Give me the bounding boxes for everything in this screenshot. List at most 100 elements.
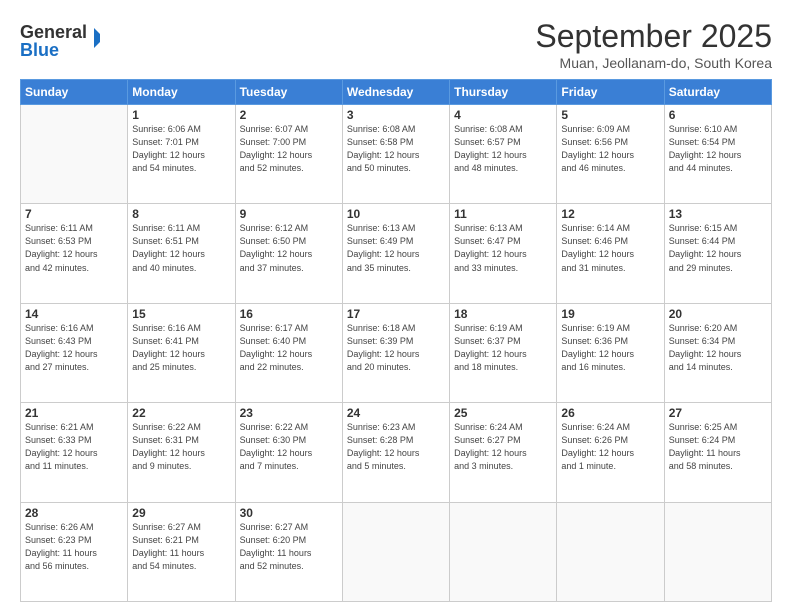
- table-row: 23 Sunrise: 6:22 AMSunset: 6:30 PMDayligh…: [235, 403, 342, 502]
- col-thursday: Thursday: [450, 80, 557, 105]
- day-number: 19: [561, 307, 659, 321]
- table-row: 30 Sunrise: 6:27 AMSunset: 6:20 PMDayligh…: [235, 502, 342, 601]
- day-number: 18: [454, 307, 552, 321]
- table-row: 5Sunrise: 6:09 AMSunset: 6:56 PMDaylight…: [557, 105, 664, 204]
- day-number: 3: [347, 108, 445, 122]
- col-friday: Friday: [557, 80, 664, 105]
- day-info: Sunrise: 6:22 AMSunset: 6:31 PMDaylight:…: [132, 422, 205, 471]
- table-row: 1 Sunrise: 6:06 AMSunset: 7:01 PMDaylight…: [128, 105, 235, 204]
- calendar-header-row: Sunday Monday Tuesday Wednesday Thursday…: [21, 80, 772, 105]
- day-number: 30: [240, 506, 338, 520]
- col-monday: Monday: [128, 80, 235, 105]
- svg-text:General: General: [20, 22, 87, 42]
- table-row: [21, 105, 128, 204]
- table-row: 22 Sunrise: 6:22 AMSunset: 6:31 PMDayligh…: [128, 403, 235, 502]
- location: Muan, Jeollanam-do, South Korea: [535, 55, 772, 71]
- table-row: 7Sunrise: 6:11 AMSunset: 6:53 PMDaylight…: [21, 204, 128, 303]
- day-info: Sunrise: 6:11 AMSunset: 6:51 PMDaylight:…: [132, 223, 205, 272]
- page: General Blue September 2025 Muan, Jeolla…: [0, 0, 792, 612]
- day-number: 20: [669, 307, 767, 321]
- day-info: Sunrise: 6:08 AMSunset: 6:58 PMDaylight:…: [347, 124, 420, 173]
- table-row: 14Sunrise: 6:16 AMSunset: 6:43 PMDayligh…: [21, 303, 128, 402]
- table-row: [342, 502, 449, 601]
- day-info: Sunrise: 6:24 AMSunset: 6:27 PMDaylight:…: [454, 422, 527, 471]
- table-row: 12 Sunrise: 6:14 AMSunset: 6:46 PMDayligh…: [557, 204, 664, 303]
- day-number: 9: [240, 207, 338, 221]
- day-info: Sunrise: 6:19 AMSunset: 6:37 PMDaylight:…: [454, 323, 527, 372]
- table-row: 13 Sunrise: 6:15 AMSunset: 6:44 PMDayligh…: [664, 204, 771, 303]
- calendar-week-row: 28 Sunrise: 6:26 AMSunset: 6:23 PMDayligh…: [21, 502, 772, 601]
- calendar-week-row: 7Sunrise: 6:11 AMSunset: 6:53 PMDaylight…: [21, 204, 772, 303]
- day-number: 13: [669, 207, 767, 221]
- day-number: 2: [240, 108, 338, 122]
- day-info: Sunrise: 6:12 AMSunset: 6:50 PMDaylight:…: [240, 223, 313, 272]
- day-info: Sunrise: 6:27 AMSunset: 6:20 PMDaylight:…: [240, 522, 312, 571]
- col-tuesday: Tuesday: [235, 80, 342, 105]
- day-number: 11: [454, 207, 552, 221]
- day-number: 12: [561, 207, 659, 221]
- table-row: 19 Sunrise: 6:19 AMSunset: 6:36 PMDayligh…: [557, 303, 664, 402]
- table-row: 25 Sunrise: 6:24 AMSunset: 6:27 PMDayligh…: [450, 403, 557, 502]
- table-row: 20 Sunrise: 6:20 AMSunset: 6:34 PMDayligh…: [664, 303, 771, 402]
- table-row: 17Sunrise: 6:18 AMSunset: 6:39 PMDayligh…: [342, 303, 449, 402]
- day-info: Sunrise: 6:20 AMSunset: 6:34 PMDaylight:…: [669, 323, 742, 372]
- day-number: 15: [132, 307, 230, 321]
- day-number: 10: [347, 207, 445, 221]
- day-info: Sunrise: 6:07 AMSunset: 7:00 PMDaylight:…: [240, 124, 313, 173]
- day-info: Sunrise: 6:18 AMSunset: 6:39 PMDaylight:…: [347, 323, 420, 372]
- day-info: Sunrise: 6:13 AMSunset: 6:47 PMDaylight:…: [454, 223, 527, 272]
- table-row: 18 Sunrise: 6:19 AMSunset: 6:37 PMDayligh…: [450, 303, 557, 402]
- day-info: Sunrise: 6:22 AMSunset: 6:30 PMDaylight:…: [240, 422, 313, 471]
- day-number: 21: [25, 406, 123, 420]
- calendar-week-row: 21 Sunrise: 6:21 AMSunset: 6:33 PMDayligh…: [21, 403, 772, 502]
- day-info: Sunrise: 6:17 AMSunset: 6:40 PMDaylight:…: [240, 323, 313, 372]
- calendar-table: Sunday Monday Tuesday Wednesday Thursday…: [20, 79, 772, 602]
- day-number: 24: [347, 406, 445, 420]
- col-sunday: Sunday: [21, 80, 128, 105]
- table-row: 27Sunrise: 6:25 AMSunset: 6:24 PMDayligh…: [664, 403, 771, 502]
- day-number: 27: [669, 406, 767, 420]
- day-info: Sunrise: 6:14 AMSunset: 6:46 PMDaylight:…: [561, 223, 634, 272]
- day-info: Sunrise: 6:06 AMSunset: 7:01 PMDaylight:…: [132, 124, 205, 173]
- day-number: 25: [454, 406, 552, 420]
- day-number: 1: [132, 108, 230, 122]
- logo: General Blue: [20, 18, 100, 62]
- table-row: 26 Sunrise: 6:24 AMSunset: 6:26 PMDayligh…: [557, 403, 664, 502]
- logo-icon: General Blue: [20, 18, 100, 62]
- table-row: 28 Sunrise: 6:26 AMSunset: 6:23 PMDayligh…: [21, 502, 128, 601]
- day-info: Sunrise: 6:24 AMSunset: 6:26 PMDaylight:…: [561, 422, 634, 471]
- table-row: 10 Sunrise: 6:13 AMSunset: 6:49 PMDayligh…: [342, 204, 449, 303]
- table-row: 8Sunrise: 6:11 AMSunset: 6:51 PMDaylight…: [128, 204, 235, 303]
- day-number: 28: [25, 506, 123, 520]
- calendar-week-row: 14Sunrise: 6:16 AMSunset: 6:43 PMDayligh…: [21, 303, 772, 402]
- day-number: 6: [669, 108, 767, 122]
- day-number: 26: [561, 406, 659, 420]
- day-number: 5: [561, 108, 659, 122]
- table-row: [664, 502, 771, 601]
- day-info: Sunrise: 6:10 AMSunset: 6:54 PMDaylight:…: [669, 124, 742, 173]
- table-row: 4Sunrise: 6:08 AMSunset: 6:57 PMDaylight…: [450, 105, 557, 204]
- day-number: 4: [454, 108, 552, 122]
- table-row: [557, 502, 664, 601]
- day-info: Sunrise: 6:13 AMSunset: 6:49 PMDaylight:…: [347, 223, 420, 272]
- day-number: 22: [132, 406, 230, 420]
- month-title: September 2025: [535, 18, 772, 55]
- svg-text:Blue: Blue: [20, 40, 59, 60]
- day-number: 16: [240, 307, 338, 321]
- day-info: Sunrise: 6:23 AMSunset: 6:28 PMDaylight:…: [347, 422, 420, 471]
- day-info: Sunrise: 6:15 AMSunset: 6:44 PMDaylight:…: [669, 223, 742, 272]
- day-info: Sunrise: 6:19 AMSunset: 6:36 PMDaylight:…: [561, 323, 634, 372]
- day-info: Sunrise: 6:27 AMSunset: 6:21 PMDaylight:…: [132, 522, 204, 571]
- table-row: 11 Sunrise: 6:13 AMSunset: 6:47 PMDayligh…: [450, 204, 557, 303]
- table-row: 15Sunrise: 6:16 AMSunset: 6:41 PMDayligh…: [128, 303, 235, 402]
- title-block: September 2025 Muan, Jeollanam-do, South…: [535, 18, 772, 71]
- table-row: 9 Sunrise: 6:12 AMSunset: 6:50 PMDaylight…: [235, 204, 342, 303]
- day-info: Sunrise: 6:21 AMSunset: 6:33 PMDaylight:…: [25, 422, 98, 471]
- day-info: Sunrise: 6:26 AMSunset: 6:23 PMDaylight:…: [25, 522, 97, 571]
- table-row: 29Sunrise: 6:27 AMSunset: 6:21 PMDayligh…: [128, 502, 235, 601]
- day-number: 7: [25, 207, 123, 221]
- table-row: 24 Sunrise: 6:23 AMSunset: 6:28 PMDayligh…: [342, 403, 449, 502]
- day-number: 23: [240, 406, 338, 420]
- table-row: 6 Sunrise: 6:10 AMSunset: 6:54 PMDaylight…: [664, 105, 771, 204]
- table-row: 2 Sunrise: 6:07 AMSunset: 7:00 PMDaylight…: [235, 105, 342, 204]
